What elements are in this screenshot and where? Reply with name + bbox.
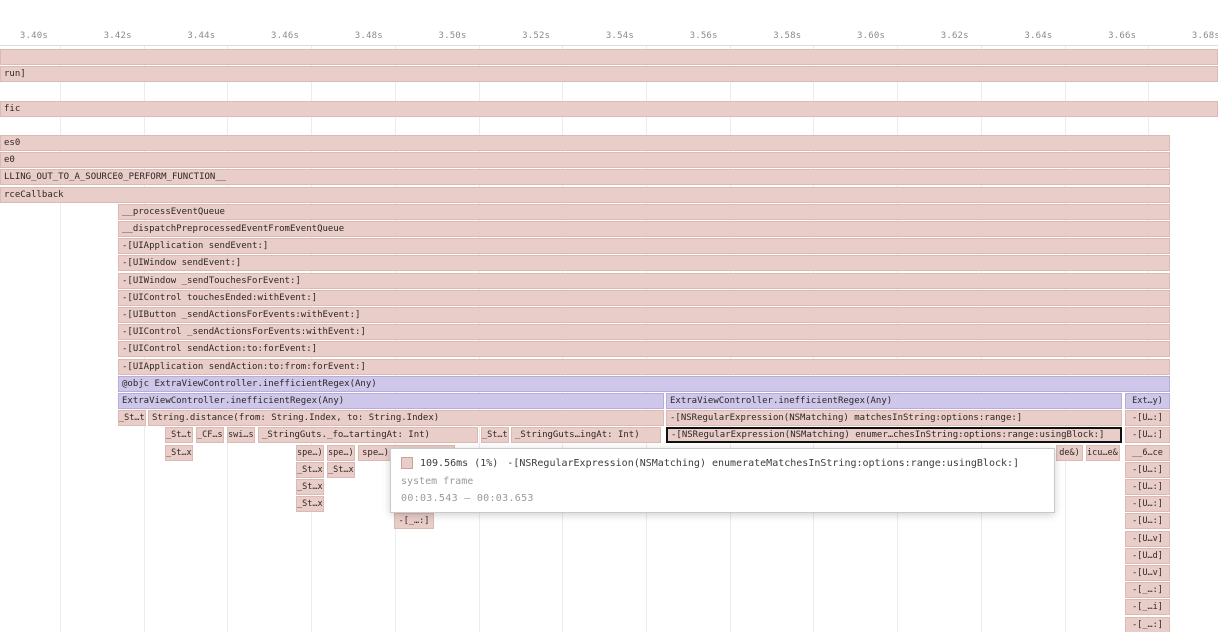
- flame-frame[interactable]: -[UIControl _sendActionsForEvents:withEv…: [118, 324, 1170, 340]
- ruler-tick-label: 3.52s: [490, 31, 550, 41]
- ruler-tick-label: 3.42s: [72, 31, 132, 41]
- flame-frame[interactable]: -[U…v]: [1125, 565, 1170, 581]
- flame-frame[interactable]: -[UIButton _sendActionsForEvents:withEve…: [118, 307, 1170, 323]
- flame-frame[interactable]: de&): [1056, 445, 1083, 461]
- flame-frame[interactable]: -[_…:]: [394, 513, 434, 529]
- flame-frame[interactable]: __processEventQueue: [118, 204, 1170, 220]
- flame-frame[interactable]: LLING_OUT_TO_A_SOURCE0_PERFORM_FUNCTION_…: [0, 169, 1170, 185]
- flame-frame[interactable]: ExtraViewController.inefficientRegex(Any…: [118, 393, 664, 409]
- ruler-tick-label: 3.60s: [825, 31, 885, 41]
- flame-frame[interactable]: ExtraViewController.inefficientRegex(Any…: [666, 393, 1122, 409]
- ruler-tick-label: 3.68s: [1160, 31, 1218, 41]
- flame-frame[interactable]: _St…x): [296, 496, 324, 512]
- ruler-tick-label: 3.40s: [0, 31, 48, 41]
- ruler-tick-label: 3.62s: [909, 31, 969, 41]
- ruler-tick-label: 3.58s: [741, 31, 801, 41]
- tooltip-headline: 109.56ms (1%) -[NSRegularExpression(NSMa…: [401, 457, 1044, 469]
- flame-frame[interactable]: -[UIControl sendAction:to:forEvent:]: [118, 341, 1170, 357]
- flame-frame[interactable]: fic: [0, 101, 1218, 117]
- flame-frame[interactable]: spe…)): [296, 445, 324, 461]
- flame-frame[interactable]: _St…x): [296, 462, 324, 478]
- gridline: [60, 46, 61, 632]
- flame-frame[interactable]: es0: [0, 135, 1170, 151]
- flame-frame[interactable]: -[U…d]: [1125, 548, 1170, 564]
- flame-frame[interactable]: _St…x): [165, 445, 193, 461]
- tooltip-duration: 109.56ms (1%): [420, 458, 498, 469]
- ruler-tick-label: 3.46s: [239, 31, 299, 41]
- flame-frame[interactable]: -[_…:]: [1125, 582, 1170, 598]
- flame-frame[interactable]: -[U…v]: [1125, 531, 1170, 547]
- frame-color-swatch-icon: [401, 457, 413, 469]
- flame-frame[interactable]: run]: [0, 66, 1218, 82]
- flame-frame[interactable]: _St…x): [296, 479, 324, 495]
- flame-frame[interactable]: _StringGuts._fo…tartingAt: Int): [258, 427, 478, 443]
- flame-frame[interactable]: -[UIControl touchesEnded:withEvent:]: [118, 290, 1170, 306]
- ruler-tick-label: 3.66s: [1076, 31, 1136, 41]
- flame-frame[interactable]: __6…ce: [1125, 445, 1170, 461]
- flame-frame[interactable]: _St…t): [165, 427, 193, 443]
- flame-frame[interactable]: -[_…i]: [1125, 599, 1170, 615]
- flame-frame[interactable]: [0, 49, 1218, 65]
- ruler-tick-label: 3.50s: [407, 31, 467, 41]
- tooltip-time-range: 00:03.543 — 00:03.653: [401, 493, 1044, 504]
- flame-frame[interactable]: _St…x): [327, 462, 355, 478]
- flame-frame[interactable]: rceCallback: [0, 187, 1170, 203]
- flame-frame[interactable]: -[NSRegularExpression(NSMatching) matche…: [666, 410, 1122, 426]
- tooltip-duration-value: 109.56ms: [420, 458, 468, 469]
- ruler-tick-label: 3.56s: [658, 31, 718, 41]
- flame-frame[interactable]: icu…e&): [1086, 445, 1120, 461]
- flame-frame[interactable]: -[U…:]: [1125, 479, 1170, 495]
- flame-frame[interactable]: _CF…se: [196, 427, 224, 443]
- flame-frame[interactable]: -[_…:]: [1125, 617, 1170, 632]
- instruments-flame-chart: run] fic es0e0LLING_OUT_TO_A_SOURCE0_PERFO…: [0, 0, 1218, 632]
- ruler-tick-label: 3.44s: [155, 31, 215, 41]
- flame-frame[interactable]: spe…)): [327, 445, 355, 461]
- flame-frame[interactable]: @objc ExtraViewController.inefficientReg…: [118, 376, 1170, 392]
- flame-frame[interactable]: e0: [0, 152, 1170, 168]
- flame-frame[interactable]: -[UIApplication sendEvent:]: [118, 238, 1170, 254]
- flame-frame[interactable]: _StringGuts…ingAt: Int): [511, 427, 661, 443]
- flame-frame[interactable]: -[U…:]: [1125, 410, 1170, 426]
- flame-frame[interactable]: -[U…:]: [1125, 513, 1170, 529]
- flame-frame[interactable]: _St…t): [481, 427, 509, 443]
- flame-frame[interactable]: Ext…y): [1125, 393, 1170, 409]
- flame-frame[interactable]: -[UIApplication sendAction:to:from:forEv…: [118, 359, 1170, 375]
- flame-frame[interactable]: -[U…:]: [1125, 496, 1170, 512]
- time-ruler[interactable]: 3.40s 3.42s 3.44s 3.46s 3.48s 3.50s 3.52s 3.54s…: [0, 0, 1218, 46]
- flame-frame[interactable]: -[UIWindow sendEvent:]: [118, 255, 1170, 271]
- flame-frame-selected[interactable]: -[NSRegularExpression(NSMatching) enumer…: [666, 427, 1122, 443]
- flame-frame[interactable]: _St…t): [118, 410, 146, 426]
- ruler-tick-label: 3.48s: [323, 31, 383, 41]
- ruler-tick-label: 3.64s: [993, 31, 1053, 41]
- flame-frame[interactable]: swi…se: [227, 427, 255, 443]
- flame-frame[interactable]: -[U…:]: [1125, 427, 1170, 443]
- flame-frame[interactable]: __dispatchPreprocessedEventFromEventQueu…: [118, 221, 1170, 237]
- flame-frame[interactable]: -[U…:]: [1125, 462, 1170, 478]
- flame-frame[interactable]: String.distance(from: String.Index, to: …: [148, 410, 664, 426]
- flame-chart-canvas[interactable]: run] fic es0e0LLING_OUT_TO_A_SOURCE0_PERFO…: [0, 0, 1218, 632]
- flame-frame[interactable]: -[UIWindow _sendTouchesForEvent:]: [118, 273, 1170, 289]
- tooltip-symbol: -[NSRegularExpression(NSMatching) enumer…: [507, 458, 1019, 469]
- frame-tooltip: 109.56ms (1%) -[NSRegularExpression(NSMa…: [390, 448, 1055, 513]
- tooltip-note: system frame: [401, 476, 1044, 487]
- tooltip-percent: (1%): [474, 458, 498, 469]
- ruler-tick-label: 3.54s: [574, 31, 634, 41]
